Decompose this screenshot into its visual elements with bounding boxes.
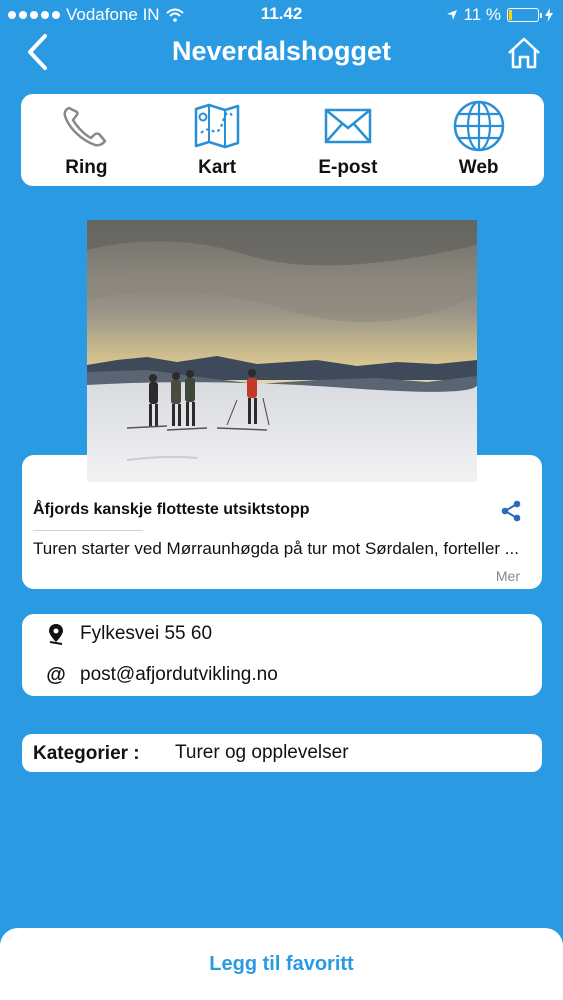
category-label: Kategorier : — [33, 743, 140, 764]
info-divider — [33, 530, 143, 531]
home-button[interactable] — [501, 30, 547, 76]
place-photo — [87, 220, 477, 482]
call-label: Ring — [65, 157, 108, 178]
share-icon[interactable] — [500, 500, 522, 522]
mail-icon — [320, 101, 376, 151]
nav-bar: Neverdalshogget — [0, 28, 563, 78]
location-arrow-icon — [446, 10, 457, 20]
charging-icon — [545, 8, 553, 22]
web-button[interactable]: Web — [419, 100, 539, 179]
back-button[interactable] — [13, 28, 61, 76]
address-row[interactable]: Fylkesvei 55 60 — [46, 623, 212, 645]
map-icon — [189, 101, 245, 151]
email-row[interactable]: @ post@afjordutvikling.no — [46, 664, 278, 686]
add-to-favorites-button[interactable]: Legg til favoritt — [0, 953, 563, 976]
email-label: E-post — [318, 157, 378, 178]
status-bar: Vodafone IN 11.42 11 % — [0, 0, 563, 30]
info-description: Turen starter ved Mørraunhøgda på tur mo… — [33, 539, 519, 558]
location-pin-icon — [46, 623, 66, 645]
battery-icon — [507, 8, 542, 22]
home-icon — [508, 37, 540, 69]
web-label: Web — [458, 157, 499, 178]
category-value: Turer og opplevelser — [175, 742, 349, 763]
more-link[interactable]: Mer — [496, 568, 520, 584]
bottom-bar: Legg til favoritt — [0, 928, 563, 1000]
battery-percent: 11 % — [463, 5, 502, 24]
globe-icon — [451, 100, 507, 152]
info-title: Åfjords kanskje flotteste utsiktstopp — [33, 501, 310, 518]
email-text: post@afjordutvikling.no — [80, 664, 278, 685]
chevron-left-icon — [28, 34, 47, 70]
status-right: 11 % — [446, 5, 553, 25]
at-sign-icon: @ — [46, 663, 66, 686]
action-bar: Ring Kart E-post Web — [21, 94, 544, 186]
address-text: Fylkesvei 55 60 — [80, 623, 213, 644]
email-button[interactable]: E-post — [288, 101, 408, 179]
map-label: Kart — [198, 157, 237, 178]
map-button[interactable]: Kart — [157, 101, 277, 179]
category-card: Kategorier : Turer og opplevelser — [22, 734, 542, 772]
call-button[interactable]: Ring — [26, 101, 146, 179]
page-title: Neverdalshogget — [171, 36, 392, 66]
phone-icon — [58, 101, 114, 151]
contact-card: Fylkesvei 55 60 @ post@afjordutvikling.n… — [22, 614, 542, 696]
